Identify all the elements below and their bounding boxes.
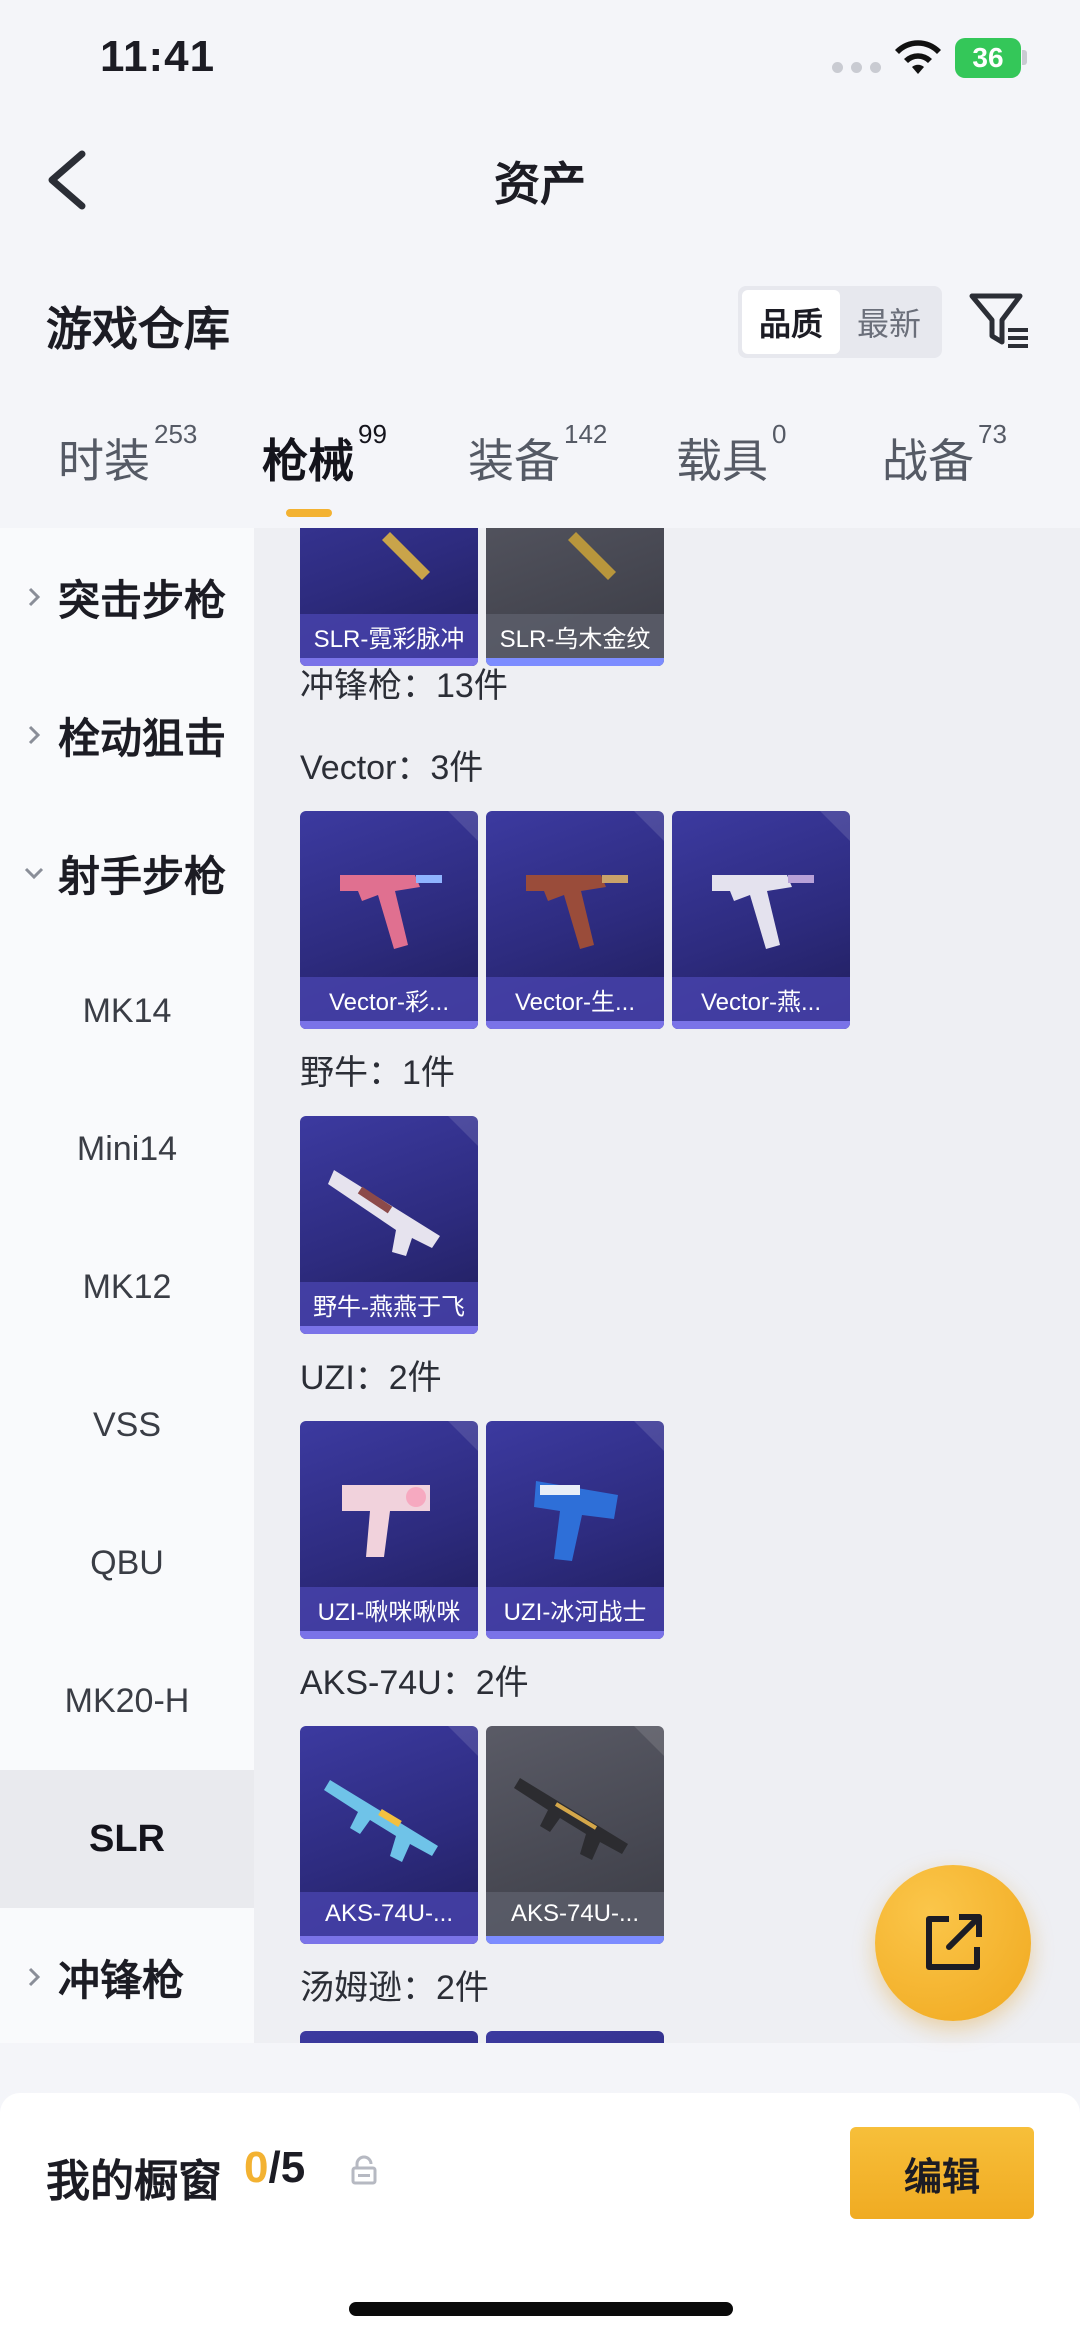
status-bar: 11:41 36 — [0, 0, 1080, 120]
item-card-label: AKS-74U-... — [300, 1892, 478, 1936]
tab-label: 装备 — [468, 435, 560, 487]
weapon-image — [712, 875, 814, 949]
sidebar-group-label: 突击步枪 — [58, 576, 227, 624]
sidebar-item-slr[interactable]: SLR — [0, 1770, 254, 1908]
chevron-right-icon — [28, 725, 41, 745]
weapon-image — [568, 532, 616, 580]
battery-icon: 36 — [955, 38, 1021, 78]
item-card-label: SLR-霓彩脉冲 — [300, 614, 478, 658]
tab-count: 0 — [772, 419, 787, 449]
tab-fashion[interactable]: 时装253 — [58, 419, 197, 491]
tab-count: 99 — [358, 419, 387, 449]
item-card-label: Vector-彩... — [300, 977, 478, 1021]
sidebar-item-mk14[interactable]: MK14 — [0, 942, 254, 1080]
showcase-total: /5 — [268, 2143, 306, 2192]
section-heading-thompson: 汤姆逊：2件 — [300, 1969, 489, 2007]
section-heading-aks74u: AKS-74U：2件 — [300, 1664, 529, 1702]
item-card-vector-2[interactable]: Vector-生... — [486, 811, 664, 1029]
weapon-image — [342, 1485, 430, 1557]
warehouse-title: 游戏仓库 — [46, 303, 230, 355]
battery-level: 36 — [972, 42, 1004, 73]
sidebar-group-label: 冲锋枪 — [58, 1956, 185, 2004]
weapon-image — [382, 532, 430, 580]
weapon-image — [324, 1780, 438, 1862]
chevron-down-icon — [24, 867, 44, 880]
tab-label: 枪械 — [262, 435, 354, 487]
sort-toggle: 品质 最新 — [738, 286, 942, 358]
section-heading-bison: 野牛：1件 — [300, 1054, 455, 1092]
tab-count: 142 — [564, 419, 608, 449]
tab-label: 战备 — [882, 435, 974, 487]
section-heading-vector: Vector：3件 — [300, 749, 484, 787]
item-card-label: UZI-冰河战士 — [486, 1587, 664, 1631]
item-card-aks74u-2[interactable]: AKS-74U-... — [486, 1726, 664, 1944]
tab-vehicles[interactable]: 载具0 — [676, 419, 786, 491]
item-card-vector-3[interactable]: Vector-燕... — [672, 811, 850, 1029]
item-card-label: Vector-生... — [486, 977, 664, 1021]
wifi-icon — [895, 40, 941, 74]
lock-icon — [351, 2155, 377, 2185]
weapon-image — [340, 875, 442, 949]
item-card-label: AKS-74U-... — [486, 1892, 664, 1936]
item-card-label: UZI-啾咪啾咪 — [300, 1587, 478, 1631]
item-card-label: 野牛-燕燕于飞 — [300, 1282, 478, 1326]
item-card-thompson-2[interactable] — [486, 2031, 664, 2043]
sidebar-group-dmr[interactable]: 射手步枪 — [0, 804, 254, 942]
weapon-image — [526, 875, 628, 949]
showcase-current: 0 — [244, 2143, 269, 2192]
chevron-right-icon — [28, 587, 41, 607]
sidebar-item-qbu[interactable]: QBU — [0, 1494, 254, 1632]
weapon-image — [328, 1170, 440, 1256]
item-card-label: Vector-燕... — [672, 977, 850, 1021]
tab-label: 时装 — [58, 435, 150, 487]
sidebar-group-assault-rifle[interactable]: 突击步枪 — [0, 528, 254, 666]
home-indicator — [349, 2302, 733, 2316]
tab-count: 73 — [978, 419, 1007, 449]
sidebar-item-vss[interactable]: VSS — [0, 1356, 254, 1494]
battery-tip — [1022, 50, 1027, 65]
item-card-label: SLR-乌木金纹 — [486, 614, 664, 658]
sidebar-group-smg[interactable]: 冲锋枪 — [0, 1908, 254, 2046]
item-card-slr-ebony[interactable]: SLR-乌木金纹 — [486, 528, 664, 666]
item-card-aks74u-1[interactable]: AKS-74U-... — [300, 1726, 478, 1944]
category-heading: 冲锋枪：13件 — [300, 667, 508, 705]
sidebar-group-bolt-sniper[interactable]: 栓动狙击 — [0, 666, 254, 804]
showcase-count: 0/5 — [244, 2143, 305, 2193]
item-card-slr-neon[interactable]: SLR-霓彩脉冲 — [300, 528, 478, 666]
sidebar-item-mk20h[interactable]: MK20-H — [0, 1632, 254, 1770]
section-heading-uzi: UZI：2件 — [300, 1359, 442, 1397]
edit-button[interactable]: 编辑 — [850, 2127, 1034, 2219]
share-icon — [926, 1914, 982, 1970]
item-card-bison[interactable]: 野牛-燕燕于飞 — [300, 1116, 478, 1334]
tab-label: 载具 — [676, 435, 768, 487]
page-title: 资产 — [494, 158, 586, 210]
sort-newest-option[interactable]: 最新 — [840, 290, 938, 354]
status-time: 11:41 — [100, 32, 216, 81]
item-card-vector-1[interactable]: Vector-彩... — [300, 811, 478, 1029]
active-tab-indicator — [286, 509, 332, 517]
tab-equipment[interactable]: 装备142 — [468, 419, 607, 491]
sidebar-group-label: 射手步枪 — [58, 852, 227, 900]
tab-supplies[interactable]: 战备73 — [882, 419, 1007, 491]
filter-icon[interactable] — [966, 288, 1032, 354]
item-card-thompson-1[interactable] — [300, 2031, 478, 2043]
chevron-right-icon — [28, 1967, 41, 1987]
showcase-title: 我的橱窗 — [46, 2157, 222, 2206]
weapon-image — [514, 1778, 628, 1860]
weapon-grid: SLR-霓彩脉冲 SLR-乌木金纹 冲锋枪：13件 Vector：3件 Vect… — [254, 528, 1080, 2043]
sort-quality-option[interactable]: 品质 — [742, 290, 840, 354]
weapon-image — [534, 1481, 618, 1561]
tab-firearms[interactable]: 枪械99 — [262, 419, 387, 491]
category-tabs: 时装253 枪械99 装备142 载具0 战备73 — [0, 419, 1080, 525]
sidebar-item-mini14[interactable]: Mini14 — [0, 1080, 254, 1218]
share-button[interactable] — [875, 1865, 1031, 2021]
tab-count: 253 — [154, 419, 198, 449]
sidebar-item-mk12[interactable]: MK12 — [0, 1218, 254, 1356]
sidebar-group-label: 栓动狙击 — [58, 714, 227, 762]
signal-icon — [832, 62, 881, 73]
weapon-sidebar: 突击步枪 栓动狙击 射手步枪 MK14 Mini14 MK12 VSS QBU … — [0, 528, 254, 2043]
item-card-uzi-1[interactable]: UZI-啾咪啾咪 — [300, 1421, 478, 1639]
item-card-uzi-2[interactable]: UZI-冰河战士 — [486, 1421, 664, 1639]
